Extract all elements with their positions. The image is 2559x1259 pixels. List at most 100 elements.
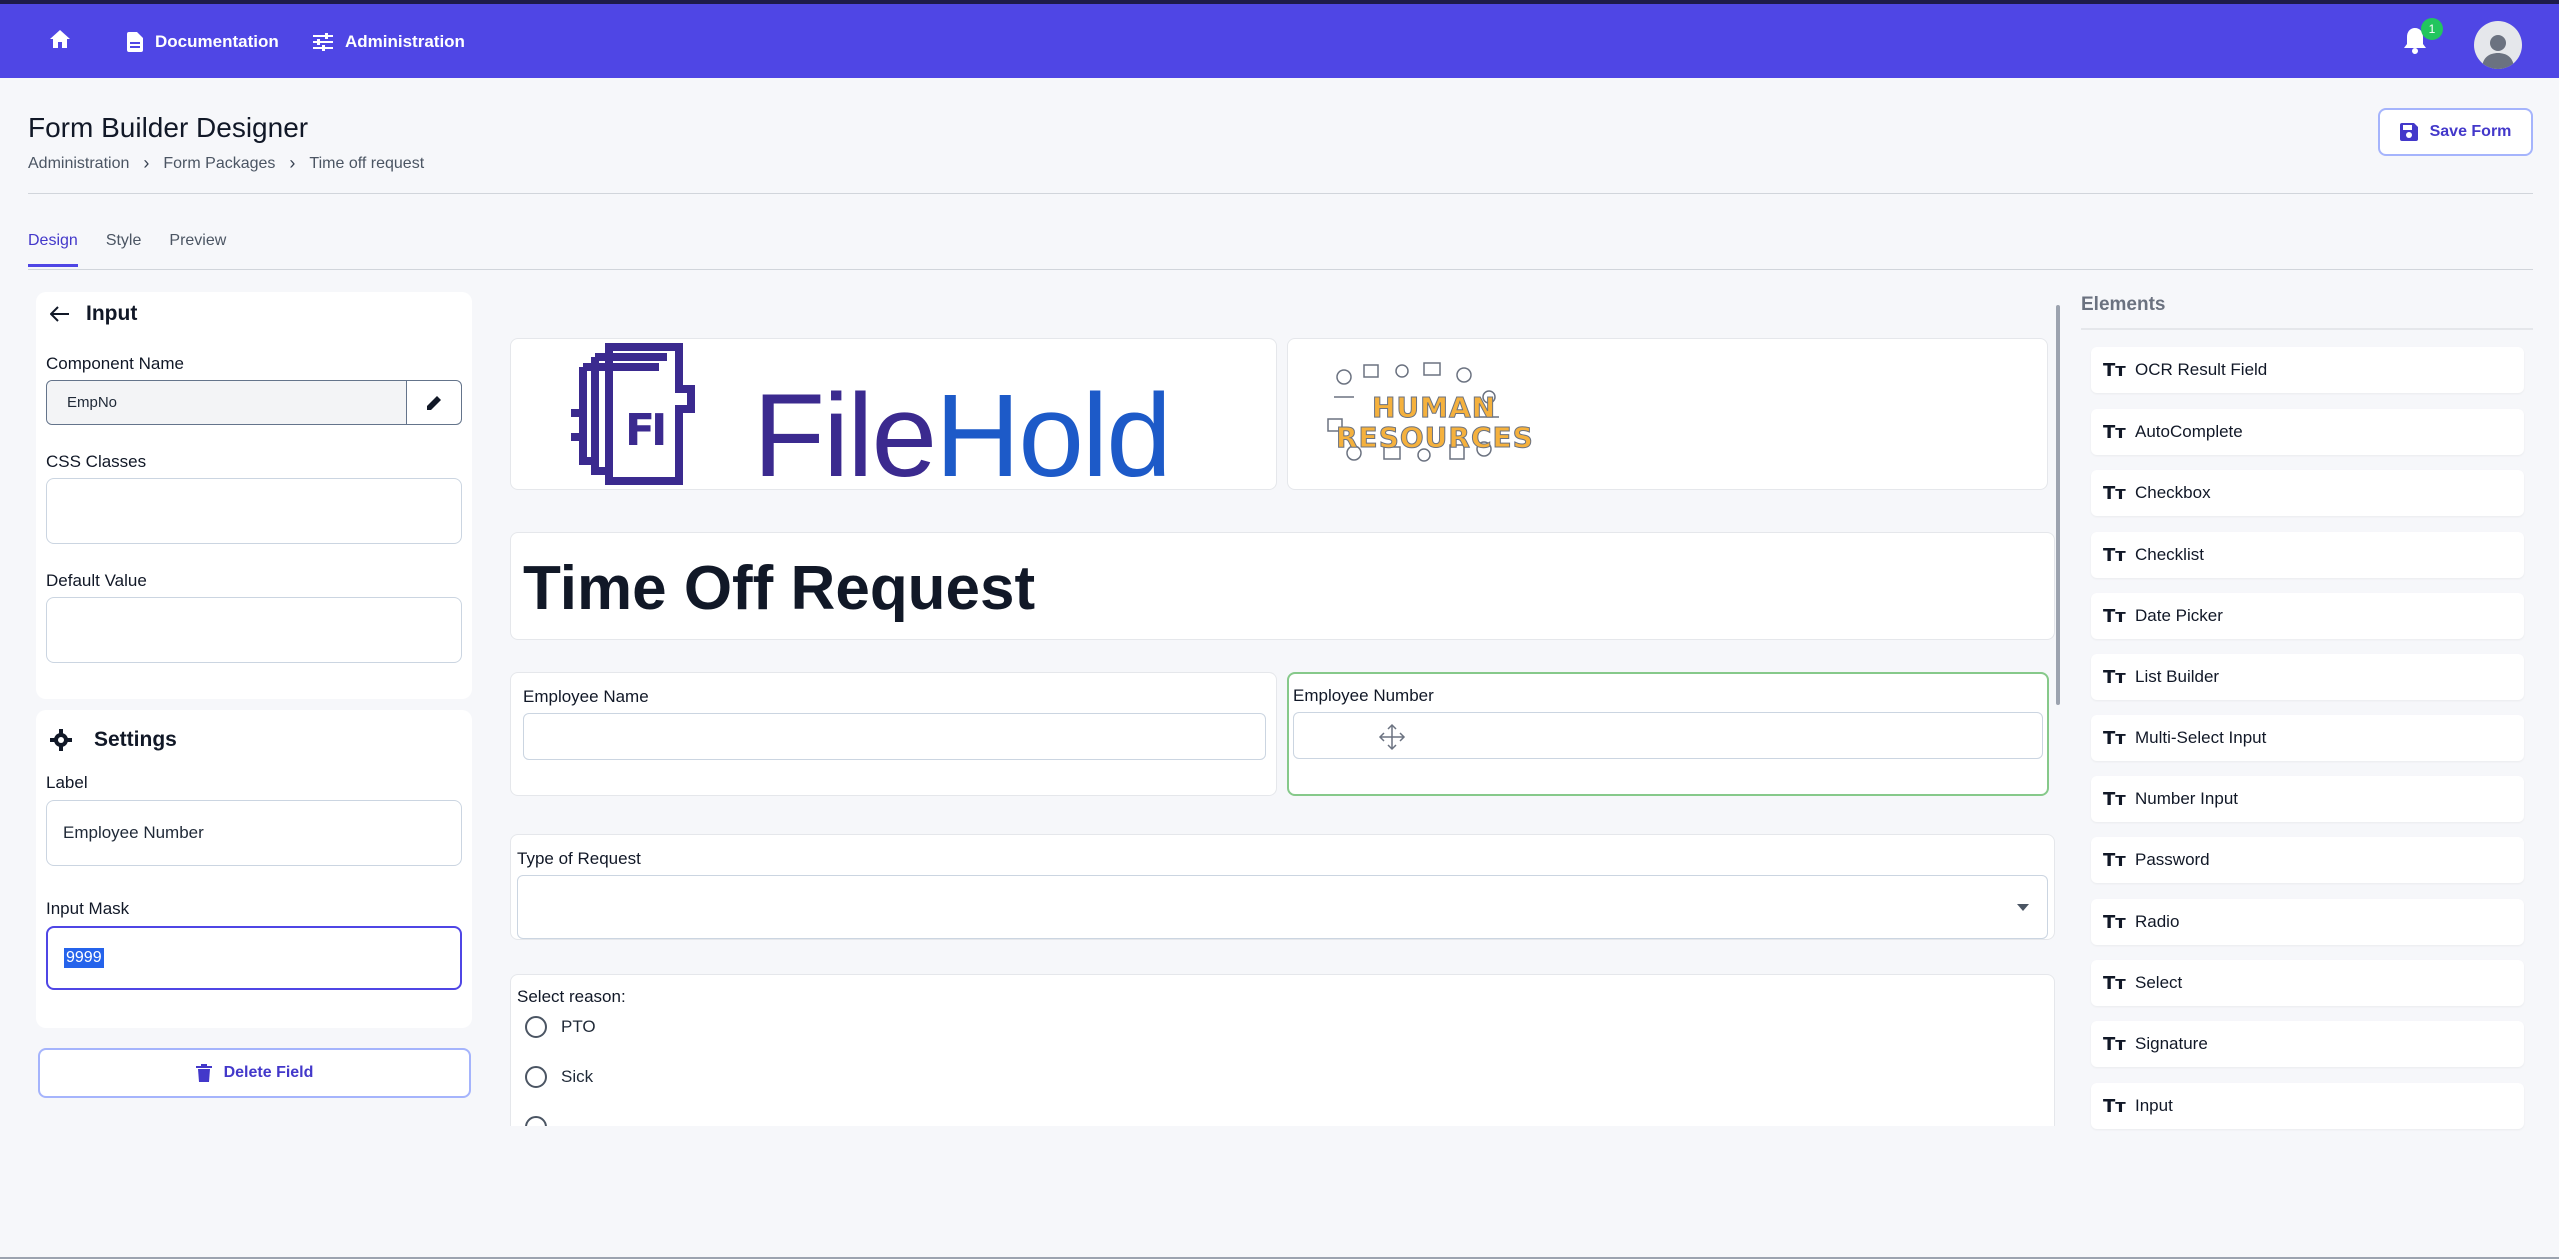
text-type-icon: Tт <box>2103 788 2126 810</box>
element-label: Radio <box>2135 912 2180 931</box>
tab-style[interactable]: Style <box>106 232 142 267</box>
text-type-icon: Tт <box>2103 1095 2126 1117</box>
user-icon <box>2482 35 2514 69</box>
administration-link[interactable]: Administration <box>313 32 465 52</box>
component-name-field: EmpNo <box>46 380 462 425</box>
form-title-block[interactable]: Time Off Request <box>510 532 2055 640</box>
home-link[interactable] <box>50 30 82 48</box>
css-classes-input[interactable] <box>46 478 462 544</box>
element-label: Checklist <box>2135 545 2204 564</box>
back-arrow-icon[interactable] <box>50 306 70 322</box>
form-canvas: F I FileHold HUMAN RESOURCES Time Off Re… <box>502 292 2057 1126</box>
text-type-icon: Tт <box>2103 605 2126 627</box>
gear-icon <box>50 729 72 751</box>
element-checklist[interactable]: Tт Checklist <box>2091 532 2524 578</box>
element-checkbox[interactable]: Tт Checkbox <box>2091 470 2524 516</box>
text-type-icon: Tт <box>2103 421 2126 443</box>
employee-number-input[interactable] <box>1293 712 2043 759</box>
top-nav: Documentation Administration 1 <box>0 0 2559 78</box>
css-classes-label: CSS Classes <box>46 452 147 471</box>
canvas-scrollbar[interactable] <box>2056 305 2060 705</box>
settings-title: Settings <box>94 728 177 751</box>
human-resources-image: HUMAN RESOURCES <box>1324 357 1533 467</box>
employee-name-input[interactable] <box>523 713 1266 760</box>
label-input-value: Employee Number <box>63 823 204 842</box>
type-of-request-block[interactable]: Type of Request <box>510 834 2055 940</box>
radio-circle[interactable] <box>525 1116 547 1126</box>
element-ocr-result-field[interactable]: Tт OCR Result Field <box>2091 347 2524 393</box>
type-of-request-select[interactable] <box>517 875 2048 939</box>
element-autocomplete[interactable]: Tт AutoComplete <box>2091 409 2524 455</box>
employee-name-label: Employee Name <box>523 687 649 706</box>
hr-logo-block[interactable]: HUMAN RESOURCES <box>1287 338 2048 490</box>
element-password[interactable]: Tт Password <box>2091 837 2524 883</box>
radio-circle[interactable] <box>525 1016 547 1038</box>
label-input[interactable]: Employee Number <box>46 800 462 866</box>
select-reason-label: Select reason: <box>517 987 626 1006</box>
element-radio[interactable]: Tт Radio <box>2091 899 2524 945</box>
settings-panel: Settings Label Employee Number Input Mas… <box>36 710 472 1028</box>
radio-label-sick: Sick <box>561 1067 594 1086</box>
default-value-input[interactable] <box>46 597 462 663</box>
chevron-right-icon: › <box>289 153 296 173</box>
element-label: AutoComplete <box>2135 422 2243 441</box>
element-list-builder[interactable]: Tт List Builder <box>2091 654 2524 700</box>
hr-word-human: HUMAN <box>1371 391 1497 425</box>
element-label: Select <box>2135 973 2183 992</box>
save-form-label: Save Form <box>2429 123 2512 140</box>
breadcrumb-form-packages[interactable]: Form Packages <box>163 155 275 173</box>
radio-option-pto[interactable]: PTO <box>525 1016 596 1038</box>
edit-component-name-button[interactable] <box>407 381 461 424</box>
administration-label: Administration <box>345 32 465 51</box>
element-label: Input <box>2135 1096 2173 1115</box>
input-mask-label: Input Mask <box>46 899 130 918</box>
input-mask-input[interactable]: 9999 <box>46 926 462 990</box>
employee-number-label: Employee Number <box>1293 686 1434 705</box>
breadcrumb-administration[interactable]: Administration <box>28 155 129 173</box>
type-of-request-label: Type of Request <box>517 849 641 868</box>
input-properties-panel: Input Component Name EmpNo CSS Classes D… <box>36 292 472 699</box>
component-name-value: EmpNo <box>47 381 407 424</box>
radio-option-partial[interactable] <box>525 1116 561 1126</box>
employee-name-block[interactable]: Employee Name <box>510 672 1277 796</box>
trash-icon <box>195 1064 212 1082</box>
page-title: Form Builder Designer <box>28 112 309 143</box>
elements-title: Elements <box>2081 294 2166 315</box>
element-input[interactable]: Tт Input <box>2091 1083 2524 1129</box>
svg-text:I: I <box>651 405 667 456</box>
element-signature[interactable]: Tт Signature <box>2091 1021 2524 1067</box>
tabs-divider <box>28 269 2533 270</box>
element-multi-select-input[interactable]: Tт Multi-Select Input <box>2091 715 2524 761</box>
header-divider <box>28 193 2533 194</box>
filehold-logo-block[interactable]: F I FileHold <box>510 338 1277 495</box>
element-number-input[interactable]: Tт Number Input <box>2091 776 2524 822</box>
user-avatar[interactable] <box>2474 21 2522 69</box>
employee-number-block-selected[interactable]: Employee Number <box>1287 672 2049 796</box>
text-type-icon: Tт <box>2103 482 2126 504</box>
home-icon <box>50 30 70 48</box>
form-title: Time Off Request <box>523 554 1036 623</box>
element-select[interactable]: Tт Select <box>2091 960 2524 1006</box>
tab-preview[interactable]: Preview <box>169 232 226 267</box>
radio-circle[interactable] <box>525 1066 547 1088</box>
text-type-icon: Tт <box>2103 666 2126 688</box>
elements-divider <box>2081 328 2533 330</box>
element-label: Date Picker <box>2135 606 2223 625</box>
text-type-icon: Tт <box>2103 727 2126 749</box>
element-label: Number Input <box>2135 789 2238 808</box>
documentation-link[interactable]: Documentation <box>127 32 279 52</box>
input-section-header: Input <box>50 302 137 326</box>
select-reason-block[interactable]: Select reason: PTO Sick <box>510 974 2055 1126</box>
tab-design[interactable]: Design <box>28 232 78 267</box>
text-type-icon: Tт <box>2103 849 2126 871</box>
element-date-picker[interactable]: Tт Date Picker <box>2091 593 2524 639</box>
move-cursor-icon <box>1378 723 1406 751</box>
save-form-button[interactable]: Save Form <box>2378 108 2533 156</box>
text-type-icon: Tт <box>2103 359 2126 381</box>
text-type-icon: Tт <box>2103 972 2126 994</box>
radio-option-sick[interactable]: Sick <box>525 1066 593 1088</box>
save-icon <box>2399 123 2418 141</box>
delete-field-button[interactable]: Delete Field <box>38 1048 471 1098</box>
text-type-icon: Tт <box>2103 911 2126 933</box>
designer-tabs: Design Style Preview <box>28 232 254 267</box>
